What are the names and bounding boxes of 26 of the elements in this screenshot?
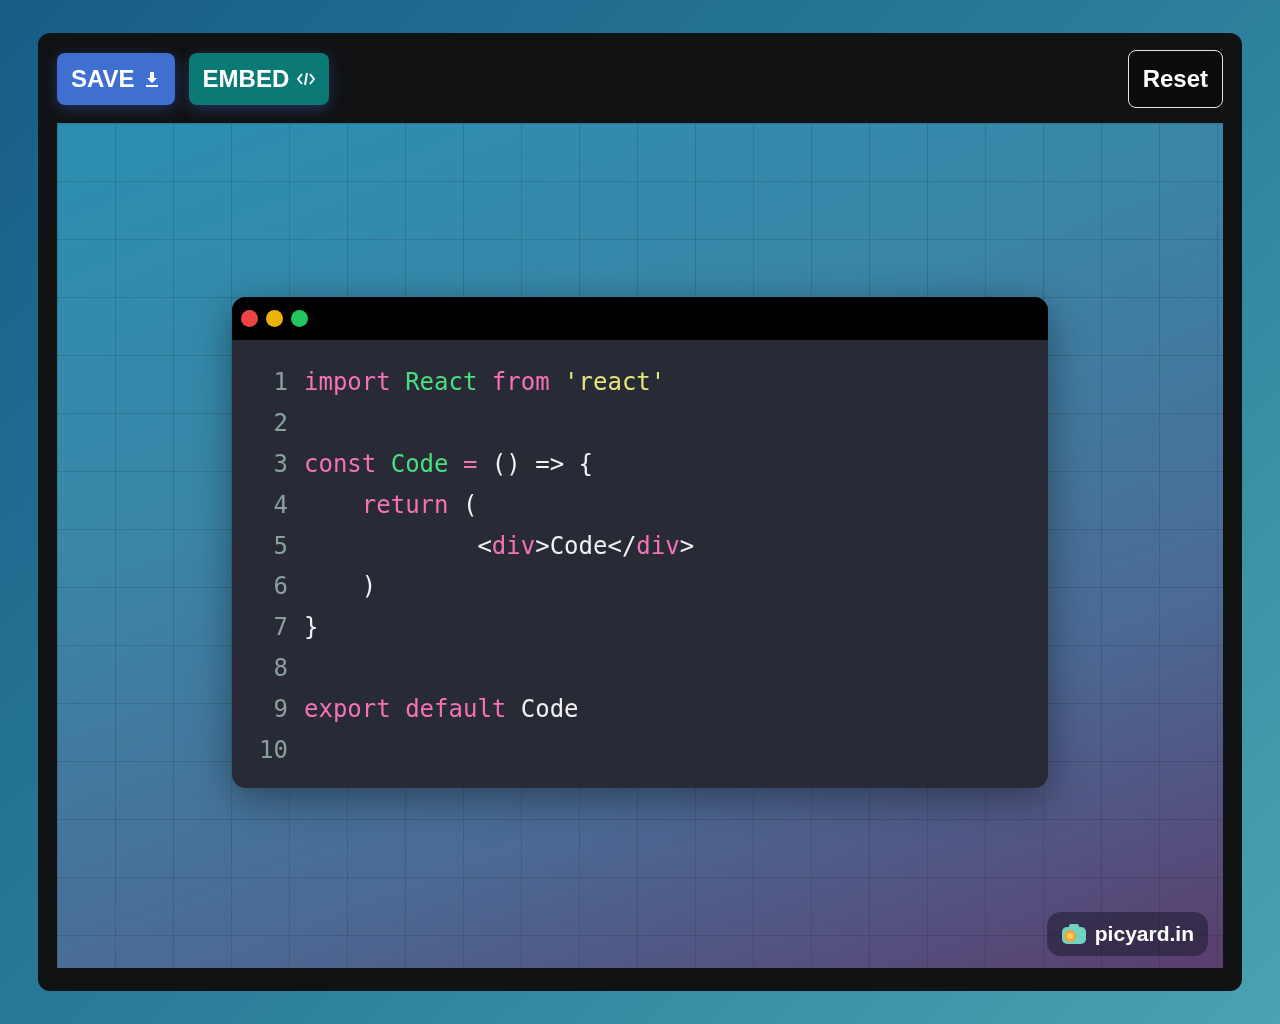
reset-button[interactable]: Reset — [1127, 50, 1223, 108]
window-control-icon — [291, 310, 308, 327]
code-line: ) — [360, 572, 377, 601]
line-number: 8 — [272, 653, 289, 682]
line-number: 9 — [272, 694, 289, 723]
line-number: 5 — [272, 531, 289, 560]
line-number: 10 — [258, 735, 289, 764]
line-number: 3 — [272, 450, 289, 478]
code-line: } — [304, 613, 319, 642]
window-control-icon — [241, 310, 258, 327]
code-line: <div>Code</div> — [476, 531, 695, 560]
code-line: export default Code — [304, 694, 579, 723]
camera-icon — [1060, 923, 1087, 945]
window-control-icon — [266, 310, 283, 327]
code-line: import React from 'react' — [304, 368, 666, 397]
line-number: 6 — [272, 572, 289, 601]
badge-label: picyard.in — [1094, 922, 1194, 946]
save-button[interactable]: SAVE — [57, 53, 175, 105]
line-number: 7 — [272, 613, 289, 642]
code-line: const Code = () => { — [304, 450, 593, 478]
line-number: 4 — [272, 490, 289, 519]
line-number: 2 — [272, 409, 289, 438]
embed-button[interactable]: EMBED — [188, 53, 330, 105]
code-line: return ( — [360, 490, 478, 519]
code-icon — [297, 70, 316, 88]
line-number: 1 — [272, 368, 289, 397]
